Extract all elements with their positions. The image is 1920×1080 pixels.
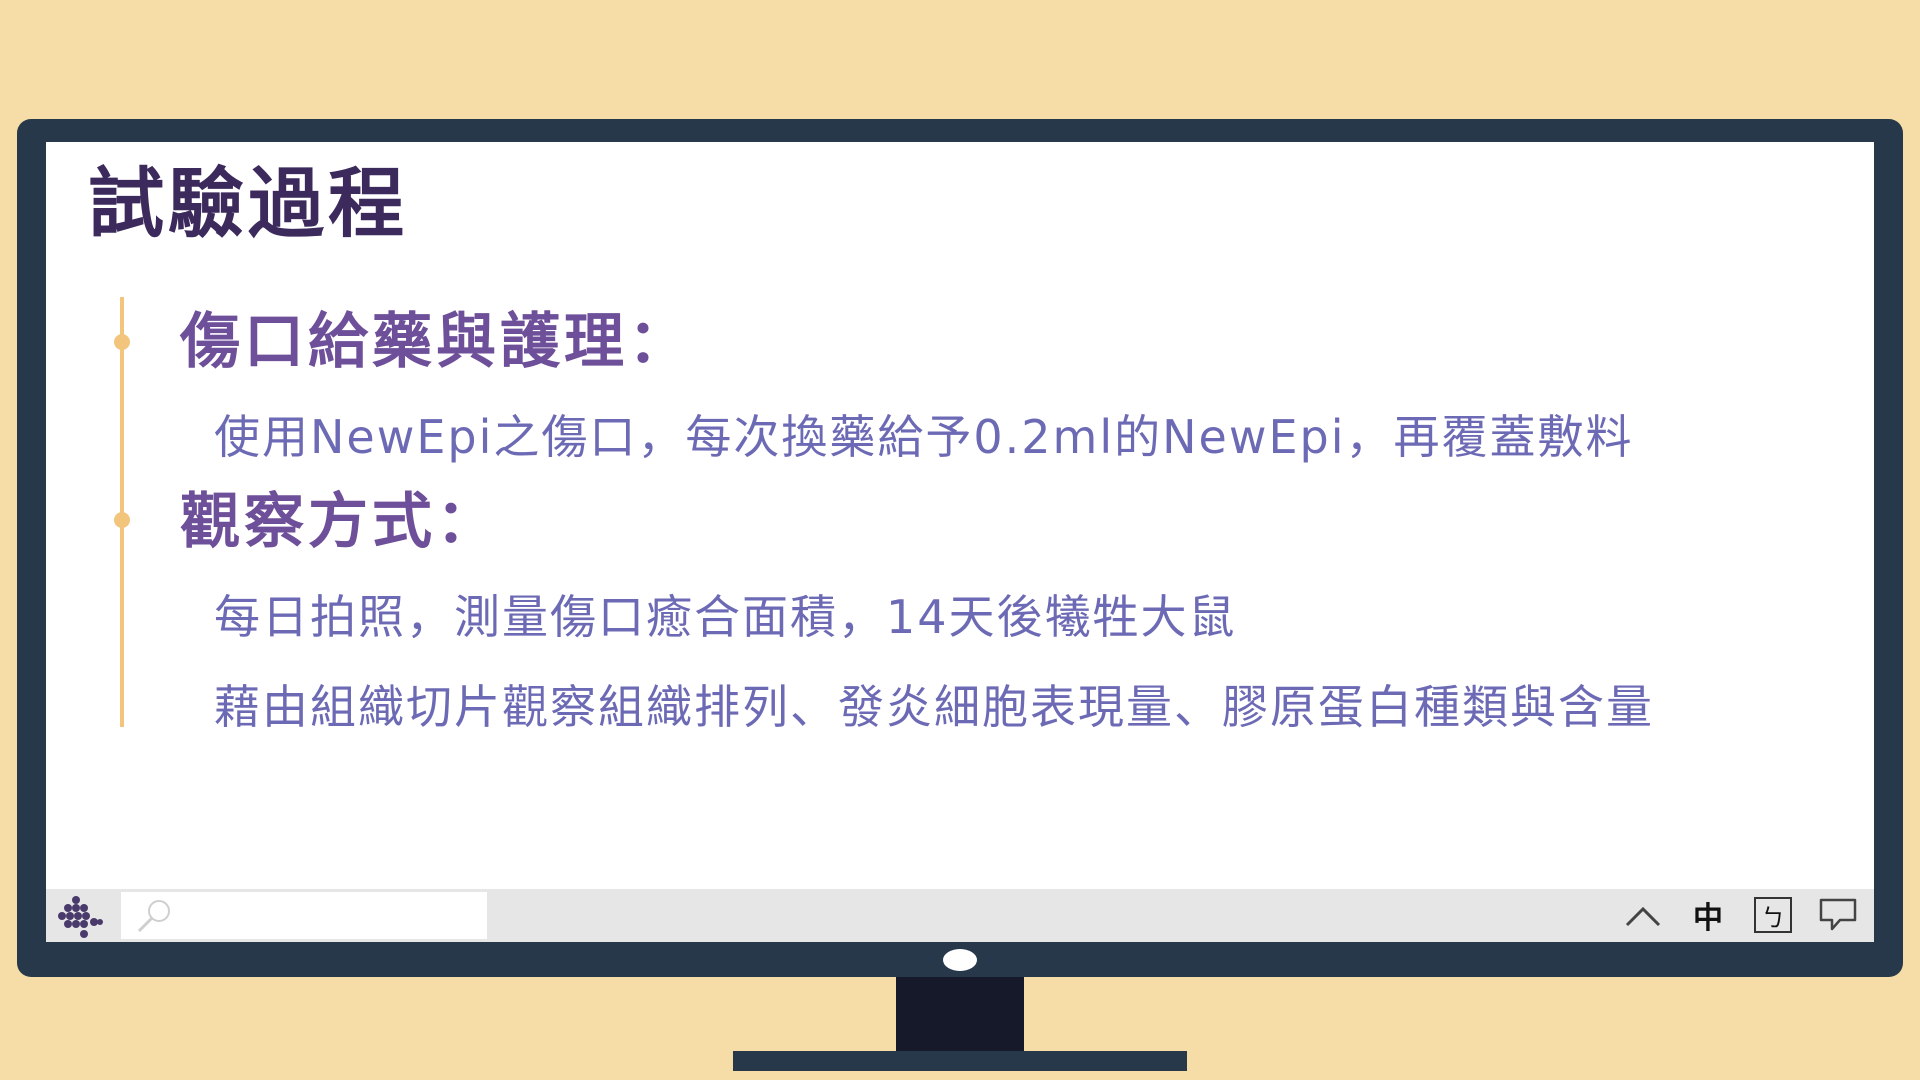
ime-indicator[interactable]: ㄅ <box>1754 897 1792 933</box>
slide-title: 試驗過程 <box>88 159 408 248</box>
section-text: 每日拍照，測量傷口癒合面積，14天後犧牲大鼠 <box>214 590 1237 644</box>
notification-icon[interactable] <box>1816 895 1860 935</box>
monitor-screen: 試驗過程 傷口給藥與護理： 使用NewEpi之傷口，每次換藥給予0.2ml的Ne… <box>46 142 1874 942</box>
language-indicator[interactable]: 中 <box>1686 895 1730 936</box>
timeline-dot <box>114 512 130 528</box>
section-heading: 傷口給藥與護理： <box>180 307 692 377</box>
chevron-up-icon[interactable] <box>1621 895 1665 935</box>
section-text: 使用NewEpi之傷口，每次換藥給予0.2ml的NewEpi，再覆蓋敷料 <box>214 410 1634 464</box>
timeline-dot <box>114 334 130 350</box>
search-box[interactable] <box>121 892 487 939</box>
search-icon <box>135 898 175 934</box>
taskbar: 中 ㄅ <box>46 889 1874 942</box>
section-heading: 觀察方式： <box>180 487 500 557</box>
monitor-base <box>733 1051 1187 1071</box>
section-text: 藉由組織切片觀察組織排列、發炎細胞表現量、膠原蛋白種類與含量 <box>214 680 1654 734</box>
cluster-logo-icon[interactable] <box>56 892 104 940</box>
webcam <box>943 949 977 971</box>
monitor-neck <box>896 977 1024 1051</box>
